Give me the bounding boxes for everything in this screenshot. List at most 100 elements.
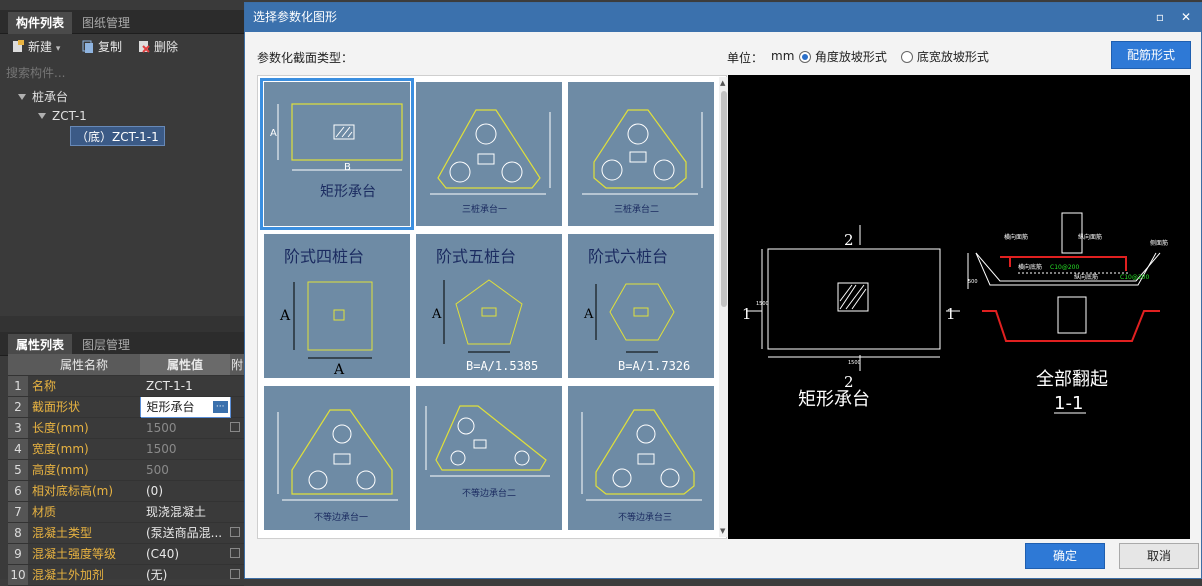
property-value[interactable]: (C40) (140, 543, 230, 565)
dim-a-label: A (583, 307, 594, 322)
radio-angle-slope-label: 角度放坡形式 (814, 50, 887, 64)
attach-checkbox[interactable] (230, 526, 240, 537)
copy-icon (82, 40, 94, 53)
property-row[interactable]: 2 截面形状 矩形承台 ··· (8, 395, 244, 418)
section-caption: 全部翻起 (1036, 369, 1108, 390)
new-icon (12, 40, 24, 53)
rebar-label: 横向底筋 (1018, 263, 1042, 271)
property-value[interactable]: (泵送商品混... (140, 522, 230, 544)
tab-drawing-management[interactable]: 图纸管理 (74, 12, 138, 34)
tab-component-list[interactable]: 构件列表 (8, 12, 73, 34)
shape-stepped-four-pile-cap[interactable]: 阶式四桩台 A A (264, 234, 410, 378)
row-number: 3 (8, 417, 28, 439)
property-value-header: 属性值 (140, 354, 230, 376)
attach-checkbox[interactable] (230, 421, 240, 432)
property-value-text: ZCT-1-1 (146, 378, 193, 393)
new-button[interactable]: 新建 ▾ (12, 38, 60, 56)
attach-cell (230, 501, 244, 523)
property-value-text: (0) (146, 483, 163, 498)
shape-label: 三桩承台二 (614, 203, 659, 215)
property-value[interactable]: 1500 (140, 417, 230, 439)
property-value[interactable]: 500 (140, 459, 230, 481)
property-row[interactable]: 7 材质 现浇混凝土 (8, 501, 244, 523)
dropdown-arrow-icon[interactable]: ▾ (56, 44, 61, 54)
property-value-text: (泵送商品混... (146, 526, 223, 540)
search-input[interactable] (6, 64, 242, 82)
shape-label: 阶式六桩台 (588, 247, 668, 266)
tree-child[interactable]: ZCT-1 (38, 109, 87, 123)
shape-label: 不等边承台一 (314, 511, 368, 523)
tab-property-list[interactable]: 属性列表 (8, 334, 73, 356)
property-row[interactable]: 9 混凝土强度等级 (C40) (8, 543, 244, 565)
component-tabbar: 构件列表 图纸管理 (0, 10, 244, 34)
row-number: 9 (8, 543, 28, 565)
property-row[interactable]: 4 宽度(mm) 1500 (8, 438, 244, 460)
scroll-down-icon[interactable]: ▼ (720, 527, 725, 535)
dim-horizontal: 1500 (848, 360, 861, 366)
tree-root[interactable]: 桩承台 (18, 88, 68, 105)
radio-selected-icon[interactable] (799, 51, 811, 63)
shape-stepped-five-pile-cap[interactable]: 阶式五桩台 A B=A/1.5385 (416, 234, 562, 378)
more-options-icon[interactable]: ··· (212, 401, 228, 413)
section-type-label: 参数化截面类型： (257, 51, 354, 65)
tab-layer-management[interactable]: 图层管理 (74, 334, 138, 356)
radio-bottom-width-slope-label: 底宽放坡形式 (916, 50, 989, 64)
shape-unequal-cap-1[interactable]: 不等边承台一 (264, 386, 410, 530)
attach-checkbox[interactable] (230, 568, 240, 579)
scrollbar-thumb[interactable] (721, 91, 727, 307)
property-name: 长度(mm) (28, 417, 140, 439)
cancel-button[interactable]: 取消 (1119, 543, 1199, 569)
property-row[interactable]: 6 相对底标高(m) (0) (8, 480, 244, 502)
delete-button[interactable]: 删除 (138, 38, 178, 56)
property-value[interactable]: (0) (140, 480, 230, 502)
property-row[interactable]: 1 名称 ZCT-1-1 (8, 375, 244, 397)
shape-unequal-cap-3[interactable]: 不等边承台三 (568, 386, 714, 530)
rebar-label: 侧面筋 (1150, 239, 1168, 247)
radio-angle-slope[interactable]: 角度放坡形式 (799, 48, 887, 65)
expand-icon[interactable] (18, 94, 26, 100)
dim-b-label: B (344, 162, 351, 173)
ok-button[interactable]: 确定 (1025, 543, 1105, 569)
panel-splitter[interactable] (0, 316, 244, 332)
property-value[interactable]: 矩形承台 ··· (139, 395, 231, 418)
tree-leaf-selected[interactable]: （底）ZCT-1-1 (70, 126, 165, 146)
property-value-text: 1500 (146, 420, 177, 435)
property-row[interactable]: 10 混凝土外加剂 (无) (8, 564, 244, 586)
rebar-form-button[interactable]: 配筋形式 (1111, 41, 1191, 69)
delete-button-label: 删除 (154, 40, 179, 54)
property-value[interactable]: (无) (140, 564, 230, 586)
property-value[interactable]: 1500 (140, 438, 230, 460)
attach-checkbox[interactable] (230, 547, 240, 558)
attach-cell (230, 522, 244, 544)
property-value[interactable]: 现浇混凝土 (140, 501, 230, 523)
shape-unequal-cap-2[interactable]: 不等边承台二 (416, 386, 562, 530)
copy-button[interactable]: 复制 (82, 38, 122, 56)
radio-unselected-icon[interactable] (901, 51, 913, 63)
shape-rect-cap[interactable]: A B 矩形承台 (260, 78, 414, 230)
property-name: 宽度(mm) (28, 438, 140, 460)
property-row[interactable]: 3 长度(mm) 1500 (8, 417, 244, 439)
property-name: 相对底标高(m) (28, 480, 140, 502)
shape-label: 阶式四桩台 (284, 247, 364, 266)
close-icon[interactable]: ✕ (1179, 10, 1193, 24)
property-row[interactable]: 8 混凝土类型 (泵送商品混... (8, 522, 244, 544)
shape-three-pile-cap-1[interactable]: 三桩承台一 (416, 82, 562, 226)
dim-vertical: 1500 (756, 301, 769, 307)
property-row[interactable]: 5 高度(mm) 500 (8, 459, 244, 481)
maximize-icon[interactable]: ▫ (1153, 10, 1167, 24)
radio-bottom-width-slope[interactable]: 底宽放坡形式 (901, 48, 989, 65)
property-value-text: (无) (146, 568, 168, 582)
expand-icon[interactable] (38, 113, 46, 119)
attach-cell (230, 396, 244, 418)
shape-label: 阶式五桩台 (436, 247, 516, 266)
shape-stepped-six-pile-cap[interactable]: 阶式六桩台 A B=A/1.7326 (568, 234, 714, 378)
row-number: 7 (8, 501, 28, 523)
property-name: 高度(mm) (28, 459, 140, 481)
section-name: 1-1 (1054, 393, 1083, 414)
property-value[interactable]: ZCT-1-1 (140, 375, 230, 397)
property-name: 混凝土类型 (28, 522, 140, 544)
scroll-up-icon[interactable]: ▲ (720, 79, 725, 87)
property-value-text: 1500 (146, 441, 177, 456)
shape-three-pile-cap-2[interactable]: 三桩承台二 (568, 82, 714, 226)
attach-cell (230, 417, 244, 439)
